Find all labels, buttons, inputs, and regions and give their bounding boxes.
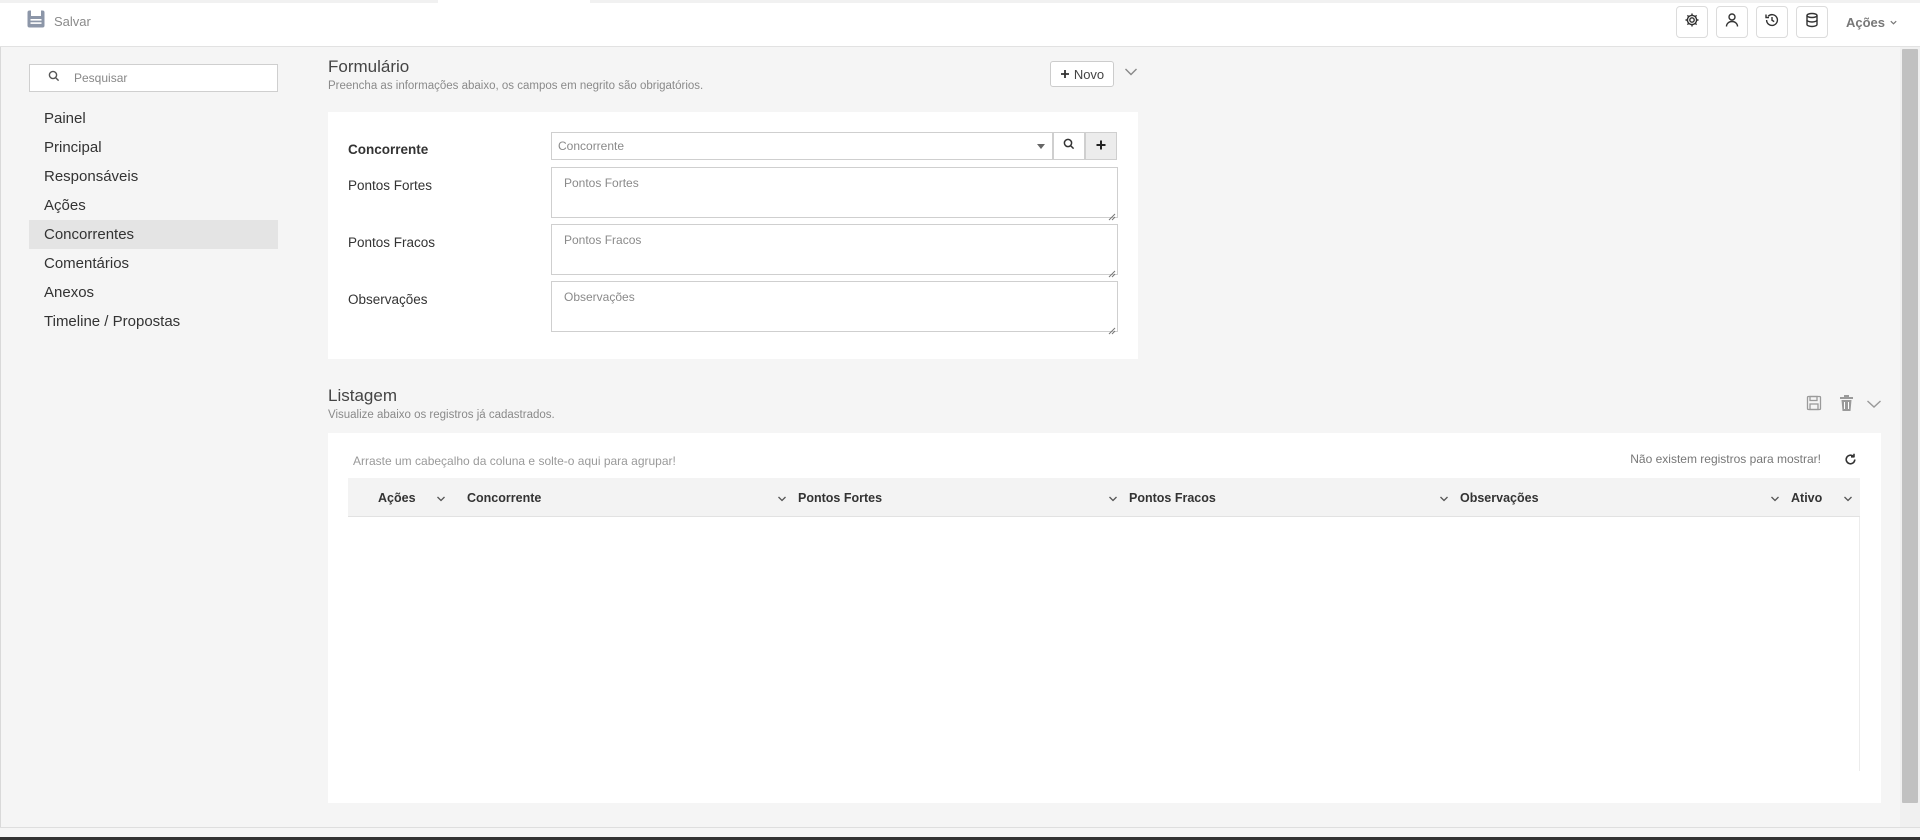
database-icon [1804, 12, 1820, 33]
column-label: Concorrente [467, 490, 542, 505]
column-header-ativo[interactable]: Ativo [1791, 478, 1859, 517]
form-collapse-chevron-icon[interactable] [1124, 64, 1138, 82]
column-label: Ações [378, 490, 416, 505]
concorrente-add-button[interactable] [1085, 132, 1117, 160]
save-icon[interactable] [1806, 395, 1822, 416]
plus-icon [1096, 137, 1106, 155]
select-caret-icon [1030, 143, 1052, 149]
pontos-fracos-textarea[interactable] [551, 224, 1118, 275]
listing-card: Arraste um cabeçalho da coluna e solte-o… [328, 433, 1881, 803]
sidebar-item-responsaveis[interactable]: Responsáveis [29, 162, 278, 191]
grid-header: Ações Concorrente Pontos Fortes Pontos F… [348, 478, 1860, 517]
observacoes-textarea[interactable] [551, 281, 1118, 332]
sidebar-item-acoes[interactable]: Ações [29, 191, 278, 220]
concorrente-select-value: Concorrente [558, 139, 625, 153]
history-button[interactable] [1755, 6, 1788, 38]
column-label: Observações [1460, 490, 1539, 505]
group-drop-zone-hint[interactable]: Arraste um cabeçalho da coluna e solte-o… [353, 454, 676, 468]
column-header-pontos-fracos[interactable]: Pontos Fracos [1129, 478, 1459, 517]
chevron-down-icon[interactable] [436, 492, 446, 506]
sidebar-item-concorrentes[interactable]: Concorrentes [29, 220, 278, 249]
top-toolbar: Salvar Ações [0, 0, 1920, 47]
sidebar-item-anexos[interactable]: Anexos [29, 278, 278, 307]
settings-button[interactable] [1675, 6, 1708, 38]
column-header-observacoes[interactable]: Observações [1460, 478, 1790, 517]
pontos-fracos-label: Pontos Fracos [348, 235, 436, 250]
form-title: Formulário [328, 57, 410, 76]
chevron-down-icon[interactable] [777, 492, 787, 506]
form-subtitle: Preencha as informações abaixo, os campo… [328, 80, 704, 92]
grid-body [348, 517, 1860, 771]
tab-strip [0, 0, 1920, 3]
chevron-down-icon[interactable] [1439, 492, 1449, 506]
vertical-scrollbar[interactable] [1900, 47, 1920, 827]
new-button[interactable]: Novo [1050, 61, 1114, 87]
form-card: Concorrente Concorrente Pontos Fortes Po… [328, 112, 1138, 359]
actions-label: Ações [1845, 14, 1885, 30]
listing-title: Listagem [328, 386, 397, 405]
concorrente-label: Concorrente [348, 142, 429, 157]
sidebar-item-painel[interactable]: Painel [29, 104, 278, 133]
sidebar: Painel Principal Responsáveis Ações Conc… [29, 64, 278, 336]
search-icon [1063, 137, 1075, 155]
listing-collapse-chevron-icon[interactable] [1866, 396, 1882, 414]
sidebar-nav: Painel Principal Responsáveis Ações Conc… [29, 104, 278, 336]
observacoes-label: Observações [348, 292, 428, 307]
column-label: Pontos Fortes [798, 490, 883, 505]
user-button[interactable] [1715, 6, 1748, 38]
toolbar-right-group: Ações [1668, 6, 1920, 38]
concorrente-search-button[interactable] [1053, 132, 1085, 160]
save-button[interactable]: Salvar [26, 8, 91, 34]
column-label: Ativo [1791, 490, 1823, 505]
history-icon [1764, 12, 1780, 33]
gear-icon [1684, 12, 1700, 33]
active-tab-gap [438, 0, 590, 3]
pontos-fortes-textarea[interactable] [551, 167, 1118, 218]
search-icon [48, 69, 60, 87]
column-header-concorrente[interactable]: Concorrente [467, 478, 797, 517]
column-header-acoes[interactable]: Ações [378, 478, 468, 517]
scrollbar-thumb[interactable] [1902, 49, 1918, 803]
pontos-fortes-label: Pontos Fortes [348, 178, 433, 193]
save-label: Salvar [54, 13, 91, 29]
trash-icon[interactable] [1839, 395, 1854, 416]
save-icon [26, 9, 46, 34]
bottom-strip [0, 827, 1920, 840]
sidebar-item-timeline-propostas[interactable]: Timeline / Propostas [29, 307, 278, 336]
sidebar-item-principal[interactable]: Principal [29, 133, 278, 162]
concorrente-select[interactable]: Concorrente [551, 132, 1053, 160]
chevron-down-icon [1889, 15, 1898, 30]
chevron-down-icon[interactable] [1108, 492, 1118, 506]
chevron-down-icon[interactable] [1843, 492, 1853, 506]
plus-icon [1060, 67, 1070, 82]
column-header-pontos-fortes[interactable]: Pontos Fortes [798, 478, 1128, 517]
sidebar-search [29, 64, 278, 92]
database-button[interactable] [1795, 6, 1828, 38]
empty-message: Não existem registros para mostrar! [1630, 452, 1821, 466]
chevron-down-icon[interactable] [1770, 492, 1780, 506]
column-label: Pontos Fracos [1129, 490, 1216, 505]
user-icon [1724, 12, 1740, 33]
search-input[interactable] [74, 71, 264, 85]
new-button-label: Novo [1073, 66, 1105, 82]
refresh-icon[interactable] [1844, 453, 1857, 471]
actions-menu[interactable]: Ações [1846, 15, 1898, 30]
listing-subtitle: Visualize abaixo os registros já cadastr… [328, 409, 555, 421]
sidebar-item-comentarios[interactable]: Comentários [29, 249, 278, 278]
